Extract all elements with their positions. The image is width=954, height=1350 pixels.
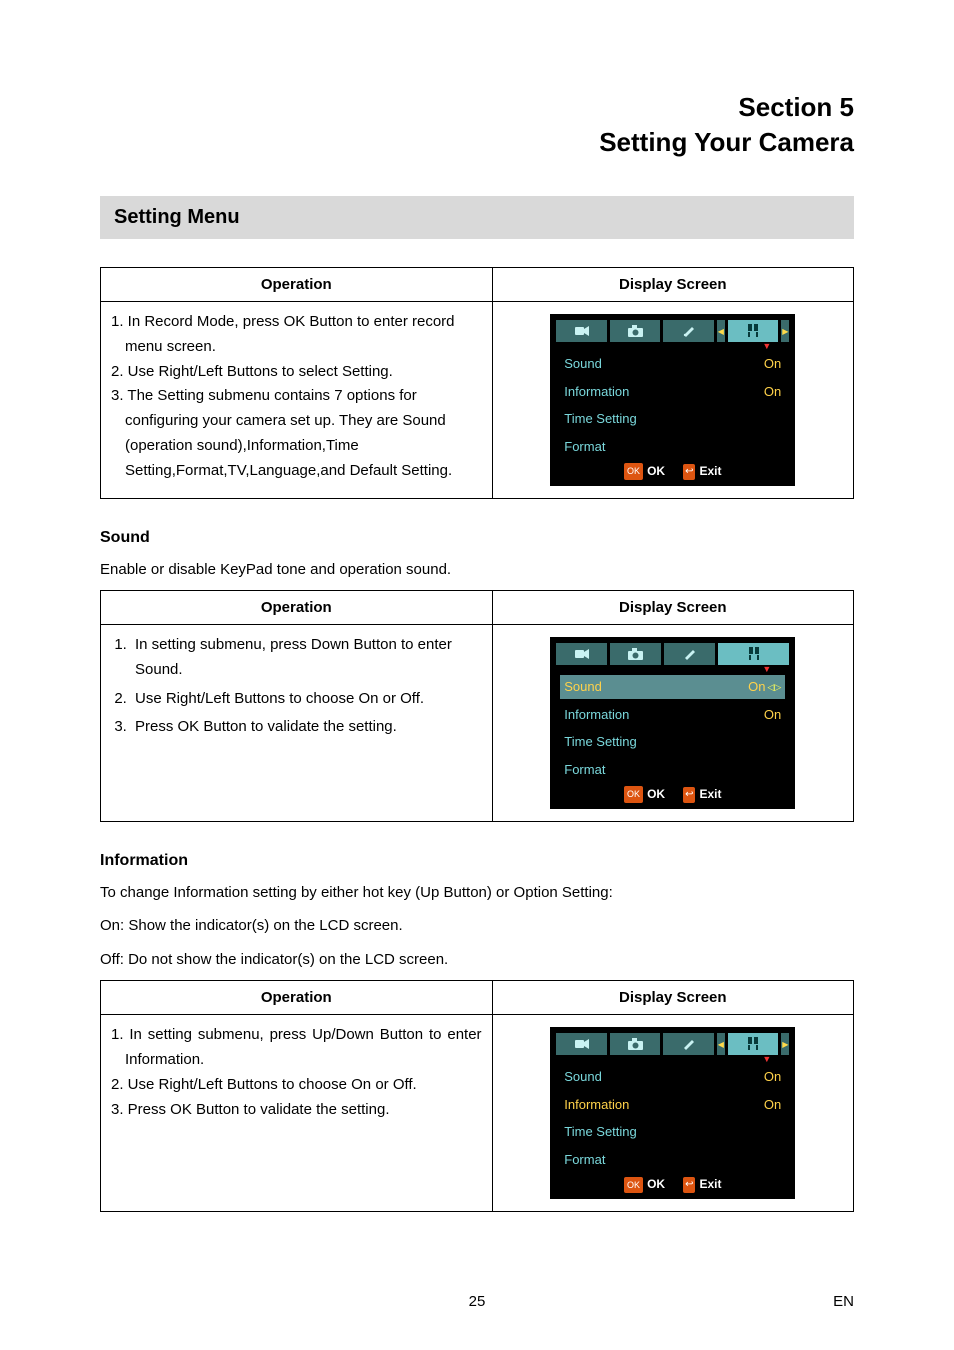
exit-badge-icon: ↩ [683, 787, 695, 804]
sound-desc: Enable or disable KeyPad tone and operat… [100, 557, 854, 583]
lcd-row-information-hl: InformationOn [560, 1093, 785, 1116]
step-1: 1. In Record Mode, press OK Button to en… [111, 310, 482, 360]
information-desc-1: To change Information setting by either … [100, 880, 854, 906]
tab-tools-icon [728, 320, 779, 342]
tab-tools-icon [718, 643, 789, 665]
setting-menu-heading: Setting Menu [100, 196, 854, 239]
ok-badge-icon: OK [624, 463, 643, 480]
page-lang: EN [833, 1293, 854, 1310]
step-3: Press OK Button to validate the setting. [131, 715, 482, 744]
ok-tag: OKOK [624, 1175, 665, 1195]
lcd-row-sound: SoundOn [560, 1065, 785, 1088]
lcd-tabs: ◀ ▶ [556, 320, 789, 342]
operation-cell: 1. In Record Mode, press OK Button to en… [101, 302, 493, 499]
tab-tools-icon [728, 1033, 779, 1055]
lcd-row-sound-selected: Sound On◁▷ [560, 675, 785, 698]
tab-pen-icon [664, 643, 715, 665]
ok-tag: OKOK [624, 462, 665, 482]
manual-page: Section 5 Setting Your Camera Setting Me… [0, 0, 954, 1350]
step-1: 1. In setting submenu, press Up/Down But… [111, 1023, 482, 1073]
lcd-rows: SoundOn InformationOn Time Setting Forma… [556, 1063, 789, 1171]
section-number: Section 5 [738, 92, 854, 122]
arrow-down-row: ▼ [556, 342, 789, 350]
information-desc-2: On: Show the indicator(s) on the LCD scr… [100, 913, 854, 939]
tab-camera-icon [610, 320, 661, 342]
tab-video-icon [556, 320, 607, 342]
sound-table: Operation Display Screen In setting subm… [100, 590, 854, 822]
lcd-foot: OKOK ↩Exit [556, 462, 789, 482]
tab-video-icon [556, 1033, 607, 1055]
step-2: 2. Use Right/Left Buttons to choose On o… [111, 1073, 482, 1098]
col-display: Display Screen [492, 268, 853, 302]
col-operation: Operation [101, 591, 493, 625]
exit-tag: ↩Exit [683, 785, 721, 805]
tab-pen-icon [663, 320, 714, 342]
step-3: 3. The Setting submenu contains 7 option… [111, 384, 482, 483]
lcd-row-format: Format [560, 1148, 785, 1171]
sound-heading: Sound [100, 529, 854, 547]
lcd-row-sound: SoundOn [560, 352, 785, 375]
tab-camera-icon [610, 1033, 661, 1055]
on-toggle: On◁▷ [748, 676, 781, 697]
lr-arrows-icon: ◁▷ [767, 680, 781, 695]
tab-camera-icon [610, 643, 661, 665]
arrow-right-icon: ▶ [781, 1033, 789, 1055]
arrow-down-icon: ▼ [762, 342, 771, 350]
lcd-row-time: Time Setting [560, 730, 785, 753]
exit-badge-icon: ↩ [683, 464, 695, 481]
step-1: In setting submenu, press Down Button to… [131, 633, 482, 687]
lcd-row-format: Format [560, 435, 785, 458]
page-number: 25 [469, 1293, 486, 1310]
page-footer: 25 EN [0, 1293, 954, 1310]
arrow-down-row: ▼ [556, 665, 789, 673]
lcd-row-time: Time Setting [560, 1120, 785, 1143]
lcd-rows: SoundOn InformationOn Time Setting Forma… [556, 350, 789, 458]
col-operation: Operation [101, 981, 493, 1015]
exit-badge-icon: ↩ [683, 1177, 695, 1194]
display-cell: ◀ ▶ ▼ SoundOn InformationOn Time Setting… [492, 1015, 853, 1212]
exit-tag: ↩Exit [683, 1175, 721, 1195]
arrow-left-icon: ◀ [717, 1033, 725, 1055]
tab-pen-icon [663, 1033, 714, 1055]
setting-menu-table: Operation Display Screen 1. In Record Mo… [100, 267, 854, 499]
arrow-down-icon: ▼ [762, 665, 771, 673]
col-operation: Operation [101, 268, 493, 302]
section-title: Section 5 Setting Your Camera [100, 90, 854, 160]
lcd-row-information: InformationOn [560, 703, 785, 726]
lcd-row-format: Format [560, 758, 785, 781]
lcd-preview-info: ◀ ▶ ▼ SoundOn InformationOn Time Setting… [550, 1027, 795, 1199]
information-desc-3: Off: Do not show the indicator(s) on the… [100, 947, 854, 973]
operation-cell: 1. In setting submenu, press Up/Down But… [101, 1015, 493, 1212]
lcd-foot: OKOK ↩Exit [556, 1175, 789, 1195]
ok-tag: OKOK [624, 785, 665, 805]
display-cell: ◀ ▶ ▼ SoundOn InformationOn Time Setting… [492, 302, 853, 499]
arrow-left-icon: ◀ [717, 320, 725, 342]
sound-steps: In setting submenu, press Down Button to… [111, 633, 482, 744]
lcd-tabs: ◀ ▶ [556, 1033, 789, 1055]
lcd-row-information: InformationOn [560, 380, 785, 403]
exit-tag: ↩Exit [683, 462, 721, 482]
lcd-tabs [556, 643, 789, 665]
lcd-row-time: Time Setting [560, 407, 785, 430]
tab-video-icon [556, 643, 607, 665]
information-heading: Information [100, 852, 854, 870]
step-2: 2. Use Right/Left Buttons to select Sett… [111, 360, 482, 385]
arrow-down-row: ▼ [556, 1055, 789, 1063]
information-table: Operation Display Screen 1. In setting s… [100, 980, 854, 1212]
lcd-rows: Sound On◁▷ InformationOn Time Setting Fo… [556, 673, 789, 781]
step-3: 3. Press OK Button to validate the setti… [111, 1098, 482, 1123]
display-cell: ▼ Sound On◁▷ InformationOn Time Setting … [492, 625, 853, 822]
section-heading: Setting Your Camera [599, 127, 854, 157]
col-display: Display Screen [492, 981, 853, 1015]
ok-badge-icon: OK [624, 786, 643, 803]
operation-cell: In setting submenu, press Down Button to… [101, 625, 493, 822]
ok-badge-icon: OK [624, 1177, 643, 1194]
step-2: Use Right/Left Buttons to choose On or O… [131, 687, 482, 716]
arrow-down-icon: ▼ [762, 1055, 771, 1063]
lcd-foot: OKOK ↩Exit [556, 785, 789, 805]
lcd-preview-sound: ▼ Sound On◁▷ InformationOn Time Setting … [550, 637, 795, 809]
arrow-right-icon: ▶ [781, 320, 789, 342]
lcd-preview-setting: ◀ ▶ ▼ SoundOn InformationOn Time Setting… [550, 314, 795, 486]
col-display: Display Screen [492, 591, 853, 625]
